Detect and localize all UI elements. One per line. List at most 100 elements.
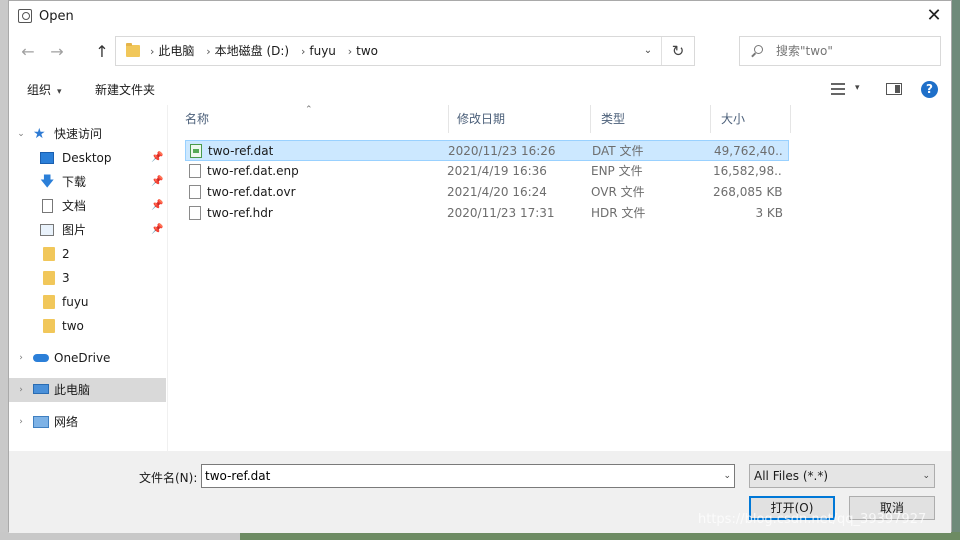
app-icon (18, 9, 32, 23)
navigation-pane: ⌄ ★ 快速访问 Desktop 📌 🡇 下载 📌 文档 📌 图片 📌 2 3 … (9, 109, 166, 451)
file-size: 3 KB (755, 206, 783, 220)
nav-item-label: 2 (62, 247, 70, 261)
nav-item-folder-two[interactable]: two (9, 314, 166, 338)
nav-item-label: 文档 (62, 199, 87, 213)
up-button[interactable]: ↑ (91, 41, 113, 63)
breadcrumb-separator[interactable]: › (206, 45, 210, 58)
table-row[interactable]: two-ref.hdr 2020/11/23 17:31 HDR 文件 3 KB (185, 203, 789, 224)
folder-icon (43, 247, 55, 261)
pictures-icon (40, 224, 54, 236)
nav-item-folder-3[interactable]: 3 (9, 266, 166, 290)
file-icon (189, 164, 201, 178)
download-icon: 🡇 (40, 174, 55, 190)
table-row[interactable]: two-ref.dat.ovr 2021/4/20 16:24 OVR 文件 2… (185, 182, 789, 203)
file-size: 268,085 KB (713, 185, 783, 199)
new-folder-button[interactable]: 新建文件夹 (95, 75, 155, 105)
back-button[interactable]: ← (17, 41, 39, 63)
folder-icon (43, 295, 55, 309)
organize-menu[interactable]: 组织 ▾ (27, 75, 62, 105)
column-header-size[interactable]: 大小 (711, 105, 791, 133)
chevron-down-icon[interactable]: ⌄ (723, 465, 731, 487)
title-bar: Open ✕ (9, 1, 951, 31)
folder-icon (43, 319, 55, 333)
nav-item-folder-fuyu[interactable]: fuyu (9, 290, 166, 314)
nav-item-label: 图片 (62, 223, 87, 237)
data-file-icon (190, 144, 202, 158)
document-icon (42, 199, 53, 213)
breadcrumb-item-this-pc[interactable]: 此电脑 (158, 44, 194, 58)
help-icon[interactable]: ? (921, 81, 938, 98)
file-icon (189, 185, 201, 199)
nav-item-quick-access[interactable]: ⌄ ★ 快速访问 (9, 122, 166, 146)
file-name: two-ref.dat (208, 144, 274, 158)
breadcrumb-item-fuyu[interactable]: fuyu (309, 44, 336, 58)
window-title: Open (39, 9, 74, 24)
filename-label: 文件名(N): (139, 471, 198, 485)
filename-combobox[interactable]: ⌄ (201, 464, 735, 488)
nav-item-label: 网络 (54, 415, 79, 429)
file-type: OVR 文件 (591, 185, 645, 199)
computer-icon (33, 384, 49, 394)
view-options-icon[interactable] (831, 83, 845, 95)
watermark: https://blog.csdn.net/qq_39397927 (698, 512, 927, 527)
filename-field[interactable] (205, 465, 705, 487)
breadcrumb-item-drive-d[interactable]: 本地磁盘 (D:) (215, 44, 289, 58)
view-options-dropdown[interactable]: ▾ (855, 83, 860, 93)
address-history-dropdown[interactable]: ⌄ (638, 37, 658, 65)
forward-button[interactable]: → (46, 41, 68, 63)
column-header-date[interactable]: 修改日期 (447, 105, 591, 133)
cloud-icon (33, 354, 49, 362)
table-row[interactable]: two-ref.dat 2020/11/23 16:26 DAT 文件 49,7… (185, 140, 789, 161)
breadcrumb-separator[interactable]: › (301, 45, 305, 58)
file-list: 名称 ⌃ 修改日期 类型 大小 two-ref.dat 2020/11/23 1… (175, 105, 951, 451)
pin-icon: 📌 (151, 176, 164, 187)
nav-item-this-pc[interactable]: › 此电脑 (9, 378, 166, 402)
close-button[interactable]: ✕ (917, 1, 951, 31)
background-desktop (0, 532, 960, 540)
pane-splitter[interactable] (167, 105, 168, 451)
network-icon (33, 416, 49, 428)
preview-pane-icon[interactable] (886, 83, 902, 95)
expand-icon[interactable]: ⌄ (16, 122, 26, 146)
file-name: two-ref.hdr (207, 206, 273, 220)
table-row[interactable]: two-ref.dat.enp 2021/4/19 16:36 ENP 文件 1… (185, 161, 789, 182)
breadcrumb-item-two[interactable]: two (356, 44, 378, 58)
breadcrumb-separator[interactable]: › (348, 45, 352, 58)
folder-icon (43, 271, 55, 285)
breadcrumb: › 此电脑 › 本地磁盘 (D:) › fuyu › two (146, 37, 382, 65)
nav-item-onedrive[interactable]: › OneDrive (9, 346, 166, 370)
breadcrumb-separator[interactable]: › (150, 45, 154, 58)
file-type: ENP 文件 (591, 164, 643, 178)
expand-icon[interactable]: › (16, 346, 26, 370)
refresh-button[interactable]: ↻ (661, 37, 694, 65)
nav-item-folder-2[interactable]: 2 (9, 242, 166, 266)
sort-ascending-icon: ⌃ (305, 105, 313, 115)
chevron-down-icon: ▾ (57, 87, 62, 97)
search-box[interactable] (739, 36, 941, 66)
nav-item-network[interactable]: › 网络 (9, 410, 166, 434)
file-date: 2020/11/23 16:26 (448, 144, 556, 158)
file-type-filter[interactable]: All Files (*.*) ⌄ (749, 464, 935, 488)
search-icon (754, 45, 763, 54)
file-type: DAT 文件 (592, 144, 644, 158)
file-size: 49,762,40... (714, 144, 784, 158)
column-header-type[interactable]: 类型 (591, 105, 711, 133)
desktop-icon (40, 152, 54, 164)
nav-item-documents[interactable]: 文档 📌 (9, 194, 166, 218)
nav-item-downloads[interactable]: 🡇 下载 📌 (9, 170, 166, 194)
address-bar[interactable]: › 此电脑 › 本地磁盘 (D:) › fuyu › two ⌄ ↻ (115, 36, 695, 66)
file-name: two-ref.dat.enp (207, 164, 299, 178)
search-input[interactable] (776, 37, 926, 65)
nav-item-desktop[interactable]: Desktop 📌 (9, 146, 166, 170)
expand-icon[interactable]: › (16, 410, 26, 434)
column-header-name[interactable]: 名称 ⌃ (175, 105, 449, 133)
file-type-filter-value: All Files (*.*) (754, 469, 829, 483)
nav-item-label: 3 (62, 271, 70, 285)
star-icon: ★ (33, 126, 46, 142)
open-file-dialog: Open ✕ ← → ↑ › 此电脑 › 本地磁盘 (D:) › fuyu › two … (8, 0, 952, 533)
pin-icon: 📌 (151, 224, 164, 235)
organize-label: 组织 (27, 83, 52, 97)
file-size: 16,582,98... (713, 164, 783, 178)
nav-item-pictures[interactable]: 图片 📌 (9, 218, 166, 242)
expand-icon[interactable]: › (16, 378, 26, 402)
